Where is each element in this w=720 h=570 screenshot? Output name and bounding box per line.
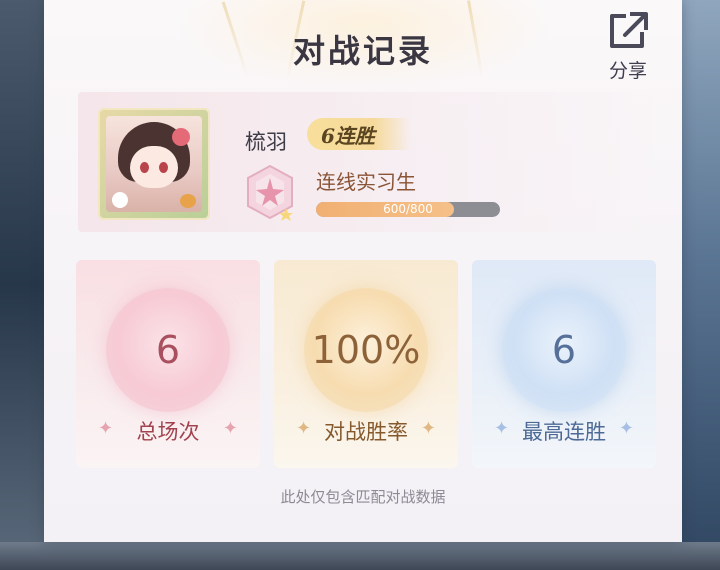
best-streak-value: 6	[551, 328, 577, 372]
total-matches-value: 6	[155, 328, 181, 372]
footnote: 此处仅包含匹配对战数据	[280, 488, 446, 506]
stat-card-win-rate: 100% ✦ 对战胜率 ✦	[274, 260, 458, 468]
stat-card-best-streak: 6 ✦ 最高连胜 ✦	[472, 260, 656, 468]
share-button[interactable]: 分享	[600, 10, 656, 82]
win-streak-badge: 6连胜	[307, 118, 411, 150]
win-streak-text: 6连胜	[321, 124, 375, 148]
rank-name: 连线实习生	[316, 170, 416, 194]
background-left	[0, 0, 44, 570]
sparkle-icon: ✦	[222, 418, 238, 439]
rank-emblem-icon	[247, 164, 293, 221]
share-label: 分享	[608, 60, 647, 82]
sparkle-icon: ✦	[618, 418, 634, 439]
share-icon	[610, 12, 648, 48]
background-bottom	[0, 542, 720, 570]
xp-progress-bar: 600/800	[316, 202, 500, 217]
background-right	[682, 0, 720, 570]
sparkle-icon: ✦	[420, 418, 436, 439]
win-rate-value: 100%	[311, 328, 421, 372]
page-title: 对战记录	[292, 32, 433, 70]
player-profile-card: 梳羽 6连胜 连线实习生 600/800	[78, 92, 654, 232]
avatar[interactable]	[98, 108, 210, 220]
battle-record-panel: 对战记录 分享 梳羽 6连胜 连线实习生 600/800 6 ✦ 总场次 ✦ 1…	[44, 0, 682, 542]
xp-progress-text: 600/800	[383, 202, 433, 216]
stat-card-total-matches: 6 ✦ 总场次 ✦	[76, 260, 260, 468]
username: 梳羽	[245, 130, 287, 154]
avatar-portrait	[106, 116, 202, 212]
